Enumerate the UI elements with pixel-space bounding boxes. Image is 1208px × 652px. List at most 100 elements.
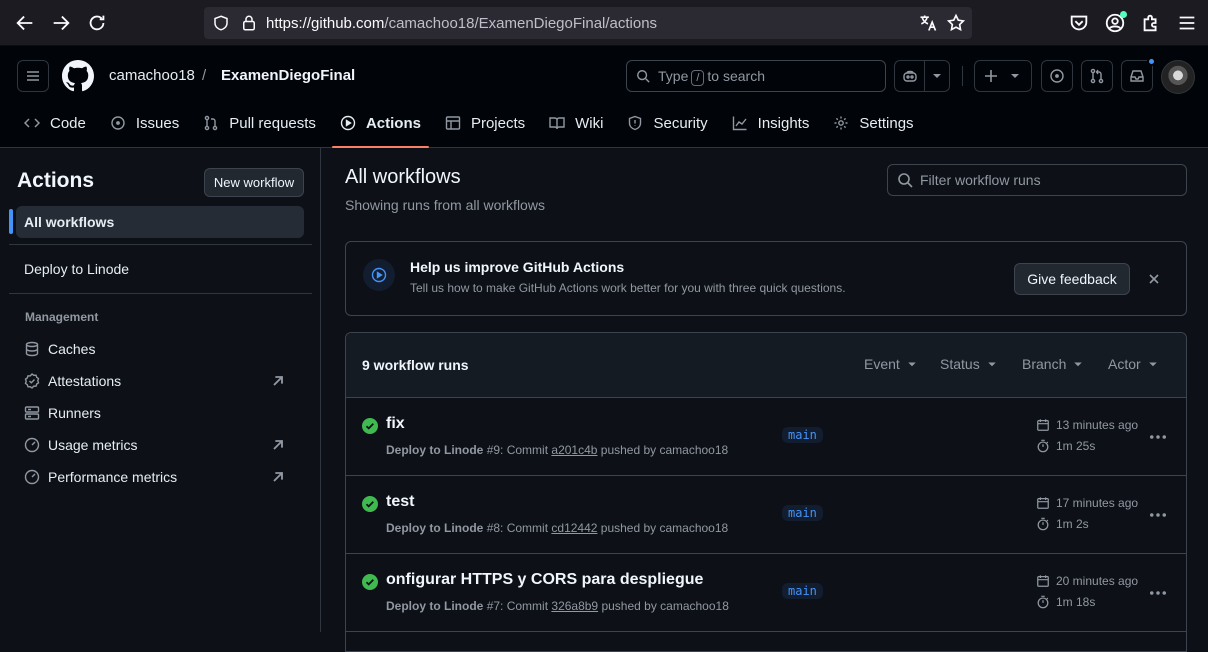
pull-request-icon	[204, 115, 218, 131]
verified-icon	[24, 373, 40, 389]
runs-count: 9 workflow runs	[362, 357, 469, 373]
sidebar-item-deploy-to-linode[interactable]: Deploy to Linode	[16, 253, 304, 285]
filter-placeholder: Filter workflow runs	[920, 172, 1041, 188]
commit-sha-link[interactable]: a201c4b	[551, 443, 597, 457]
filter-workflow-runs-input[interactable]: Filter workflow runs	[887, 164, 1187, 196]
sidebar-item-runners[interactable]: Runners	[16, 397, 304, 429]
branch-filter[interactable]: Branch	[1022, 356, 1084, 372]
calendar-icon	[1037, 497, 1049, 509]
chevron-down-icon	[987, 362, 996, 367]
create-new-button[interactable]	[974, 60, 1032, 92]
run-workflow: Deploy to Linode	[386, 521, 484, 535]
calendar-icon	[1037, 575, 1049, 587]
play-icon	[340, 115, 356, 131]
plus-icon	[985, 70, 997, 82]
sidebar-item-usage-metrics[interactable]: Usage metrics	[16, 429, 304, 461]
copilot-button[interactable]	[894, 60, 950, 92]
forward-icon[interactable]	[50, 12, 72, 34]
branch-badge[interactable]: main	[782, 505, 823, 521]
pocket-icon[interactable]	[1068, 12, 1090, 34]
hamburger-button[interactable]	[17, 60, 49, 92]
external-link-icon	[273, 440, 283, 450]
tab-label: Projects	[470, 114, 526, 132]
reload-icon[interactable]	[86, 12, 108, 34]
tab-projects[interactable]: Projects	[437, 102, 533, 144]
sidebar-item-all-workflows[interactable]: All workflows	[16, 206, 304, 238]
event-filter[interactable]: Event	[864, 356, 918, 372]
branch-badge[interactable]: main	[782, 583, 823, 599]
feedback-title: Help us improve GitHub Actions	[410, 259, 625, 275]
tab-issues[interactable]: Issues	[102, 102, 187, 144]
inbox-icon	[1130, 70, 1144, 82]
kebab-menu-icon[interactable]	[1148, 427, 1168, 447]
tab-label: Actions	[365, 114, 421, 132]
account-icon[interactable]	[1104, 11, 1127, 34]
tab-actions[interactable]: Actions	[331, 102, 429, 148]
breadcrumb-repo[interactable]: ExamenDiegoFinal	[221, 67, 355, 84]
issues-button[interactable]	[1041, 60, 1073, 92]
back-icon[interactable]	[14, 12, 36, 34]
database-icon	[25, 341, 39, 357]
run-pushed-by: pushed by camachoo18	[600, 521, 729, 535]
chevron-down-icon[interactable]	[925, 68, 949, 84]
run-title[interactable]: fix	[386, 415, 405, 433]
status-filter[interactable]: Status	[940, 356, 998, 372]
meter-icon	[24, 469, 40, 485]
sidebar-item-attestations[interactable]: Attestations	[16, 365, 304, 397]
stopwatch-icon	[1037, 439, 1049, 453]
gear-icon	[834, 116, 848, 130]
branch-badge[interactable]: main	[782, 427, 823, 443]
run-time-ago: 20 minutes ago	[1036, 574, 1138, 588]
management-heading: Management	[25, 310, 99, 324]
filter-label: Branch	[1022, 356, 1067, 372]
github-logo-icon[interactable]	[62, 60, 94, 92]
avatar[interactable]	[1161, 60, 1195, 94]
translate-icon[interactable]	[918, 13, 938, 33]
copilot-icon[interactable]	[895, 61, 925, 91]
repo-tabs: Code Issues Pull requests Actions Projec…	[16, 102, 930, 148]
close-icon[interactable]	[1146, 271, 1162, 287]
tab-security[interactable]: Security	[619, 102, 715, 144]
extensions-icon[interactable]	[1140, 12, 1162, 34]
run-time-ago: 13 minutes ago	[1036, 418, 1138, 432]
lock-icon[interactable]	[240, 14, 258, 32]
kebab-menu-icon[interactable]	[1148, 505, 1168, 525]
tab-code[interactable]: Code	[16, 102, 94, 144]
sidebar-item-performance-metrics[interactable]: Performance metrics	[16, 461, 304, 493]
menu-icon[interactable]	[1176, 12, 1198, 34]
stopwatch-icon	[1037, 595, 1049, 609]
give-feedback-button[interactable]: Give feedback	[1014, 263, 1130, 295]
search-input[interactable]: Type / to search	[626, 60, 886, 92]
commit-sha-link[interactable]: 326a8b9	[551, 599, 598, 613]
table-icon	[445, 116, 461, 130]
kebab-menu-icon[interactable]	[1148, 583, 1168, 603]
feedback-text: Tell us how to make GitHub Actions work …	[410, 281, 846, 295]
breadcrumb-owner[interactable]: camachoo18	[109, 67, 195, 84]
page-title: All workflows	[345, 166, 461, 188]
pull-requests-button[interactable]	[1081, 60, 1113, 92]
tab-wiki[interactable]: Wiki	[541, 102, 611, 144]
inbox-button[interactable]	[1121, 57, 1156, 92]
run-number: #9: Commit	[486, 443, 549, 457]
workflow-run-row[interactable]: fix Deploy to Linode #9: Commit a201c4b …	[346, 398, 1186, 476]
run-pushed-by: pushed by camachoo18	[600, 443, 729, 457]
actor-filter[interactable]: Actor	[1108, 356, 1159, 372]
bookmark-star-icon[interactable]	[946, 13, 966, 33]
tab-pull-requests[interactable]: Pull requests	[195, 102, 324, 144]
commit-sha-link[interactable]: cd12442	[551, 521, 597, 535]
new-workflow-button[interactable]: New workflow	[204, 168, 304, 197]
tab-settings[interactable]: Settings	[825, 102, 921, 144]
workflow-runs-list: 9 workflow runs Event Status Branch Acto…	[345, 332, 1187, 652]
url-bar[interactable]: https://github.com/camachoo18/ExamenDieg…	[204, 7, 972, 39]
run-title[interactable]: test	[386, 493, 414, 511]
workflow-run-row[interactable]: onfigurar HTTPS y CORS para despliegue D…	[346, 554, 1186, 632]
sidebar-item-caches[interactable]: Caches	[16, 333, 304, 365]
workflow-run-row[interactable]: test Deploy to Linode #8: Commit cd12442…	[346, 476, 1186, 554]
filter-label: Actor	[1108, 356, 1141, 372]
tab-insights[interactable]: Insights	[724, 102, 818, 144]
tab-label: Security	[653, 114, 708, 132]
shield-icon[interactable]	[212, 14, 230, 32]
pull-request-icon	[1090, 68, 1104, 84]
url-text[interactable]: https://github.com/camachoo18/ExamenDieg…	[266, 15, 657, 32]
run-title[interactable]: onfigurar HTTPS y CORS para despliegue	[386, 571, 703, 589]
